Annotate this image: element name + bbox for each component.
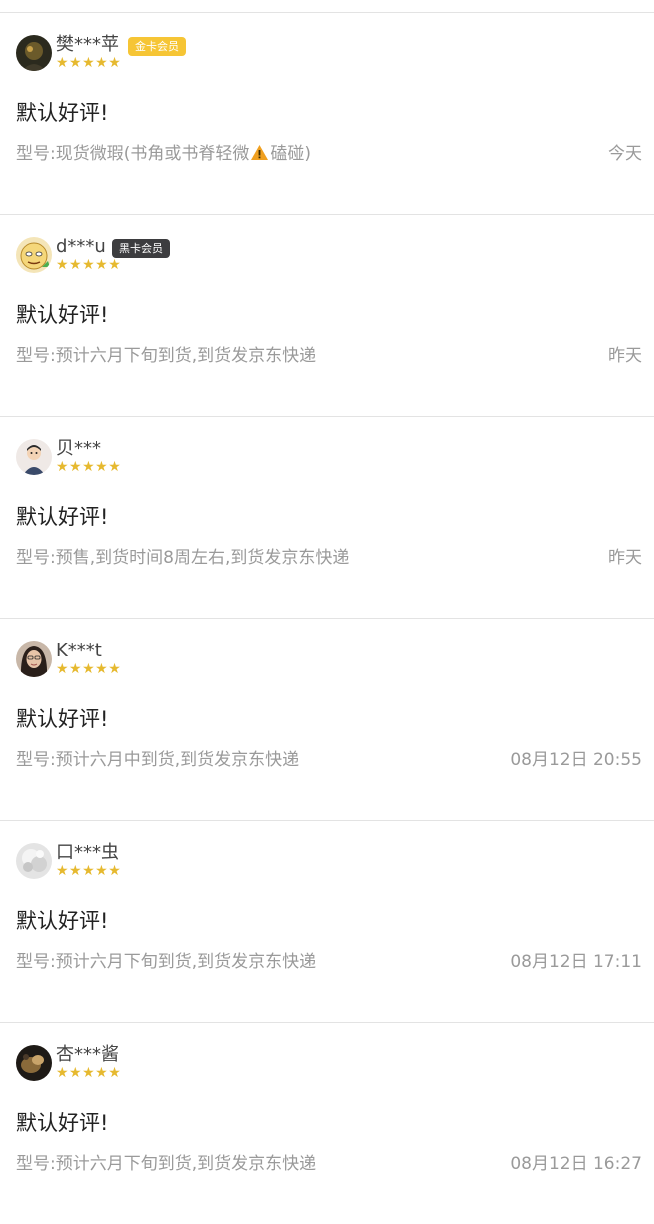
review-item[interactable]: 口***虫 ★★★★★ 默认好评! 型号:预计六月下旬到货,到货发京东快递 08… [0, 820, 654, 1022]
review-date: 08月12日 20:55 [510, 750, 642, 770]
review-content: 默认好评! [16, 909, 109, 933]
spec-value: 预计六月中到货,到货发京东快递 [55, 750, 300, 770]
review-date: 昨天 [608, 346, 642, 366]
review-date: 昨天 [608, 548, 642, 568]
product-spec: 型号:现货微瑕(书角或书脊轻微 磕碰) [16, 142, 311, 166]
review-item[interactable]: K***t ★★★★★ 默认好评! 型号:预计六月中到货,到货发京东快递 08月… [0, 618, 654, 820]
spec-value: 现货微瑕(书角或书脊轻微 [55, 144, 250, 164]
rating-stars: ★★★★★ [56, 1065, 122, 1081]
product-spec: 型号:预计六月下旬到货,到货发京东快递 [16, 950, 316, 974]
review-list: 樊***苹 金卡会员 ★★★★★ 默认好评! 型号:现货微瑕(书角或书脊轻微 磕碰… [0, 0, 654, 1200]
spec-value: 预售,到货时间8周左右,到货发京东快递 [55, 548, 350, 568]
rating-stars: ★★★★★ [56, 863, 122, 879]
spec-label: 型号: [16, 548, 56, 568]
cartoon-face-avatar[interactable] [16, 237, 52, 273]
spec-label: 型号: [16, 750, 56, 770]
review-content: 默认好评! [16, 1111, 109, 1135]
white-texture-avatar[interactable] [16, 843, 52, 879]
spec-value: 预计六月下旬到货,到货发京东快递 [55, 1154, 317, 1174]
cartoon-person-avatar[interactable] [16, 439, 52, 475]
rating-stars: ★★★★★ [56, 661, 122, 677]
warning-icon [250, 144, 269, 161]
dark-photo-avatar[interactable] [16, 1045, 52, 1081]
spec-value-end: 磕碰) [270, 144, 312, 164]
review-date: 今天 [608, 144, 642, 164]
spec-value: 预计六月下旬到货,到货发京东快递 [55, 346, 317, 366]
spec-label: 型号: [16, 144, 56, 164]
rating-stars: ★★★★★ [56, 55, 122, 71]
spec-label: 型号: [16, 952, 56, 972]
review-content: 默认好评! [16, 707, 109, 731]
product-spec: 型号:预售,到货时间8周左右,到货发京东快递 [16, 546, 349, 570]
review-date: 08月12日 16:27 [510, 1154, 642, 1174]
review-item[interactable]: 樊***苹 金卡会员 ★★★★★ 默认好评! 型号:现货微瑕(书角或书脊轻微 磕碰… [0, 12, 654, 214]
review-content: 默认好评! [16, 303, 109, 327]
gold-member-badge: 金卡会员 [128, 37, 186, 56]
review-item[interactable]: d***u 黑卡会员 ★★★★★ 默认好评! 型号:预计六月下旬到货,到货发京东… [0, 214, 654, 416]
spec-value: 预计六月下旬到货,到货发京东快递 [55, 952, 317, 972]
review-content: 默认好评! [16, 101, 109, 125]
product-spec: 型号:预计六月下旬到货,到货发京东快递 [16, 344, 316, 368]
spec-label: 型号: [16, 1154, 56, 1174]
review-item[interactable]: 贝*** ★★★★★ 默认好评! 型号:预售,到货时间8周左右,到货发京东快递 … [0, 416, 654, 618]
product-spec: 型号:预计六月中到货,到货发京东快递 [16, 748, 299, 772]
review-item[interactable]: 杏***酱 ★★★★★ 默认好评! 型号:预计六月下旬到货,到货发京东快递 08… [0, 1022, 654, 1224]
rating-stars: ★★★★★ [56, 459, 122, 475]
woman-portrait-avatar[interactable] [16, 641, 52, 677]
spec-label: 型号: [16, 346, 56, 366]
rating-stars: ★★★★★ [56, 257, 122, 273]
product-spec: 型号:预计六月下旬到货,到货发京东快递 [16, 1152, 316, 1176]
portrait-dark-avatar[interactable] [16, 35, 52, 71]
review-content: 默认好评! [16, 505, 109, 529]
review-date: 08月12日 17:11 [510, 952, 642, 972]
